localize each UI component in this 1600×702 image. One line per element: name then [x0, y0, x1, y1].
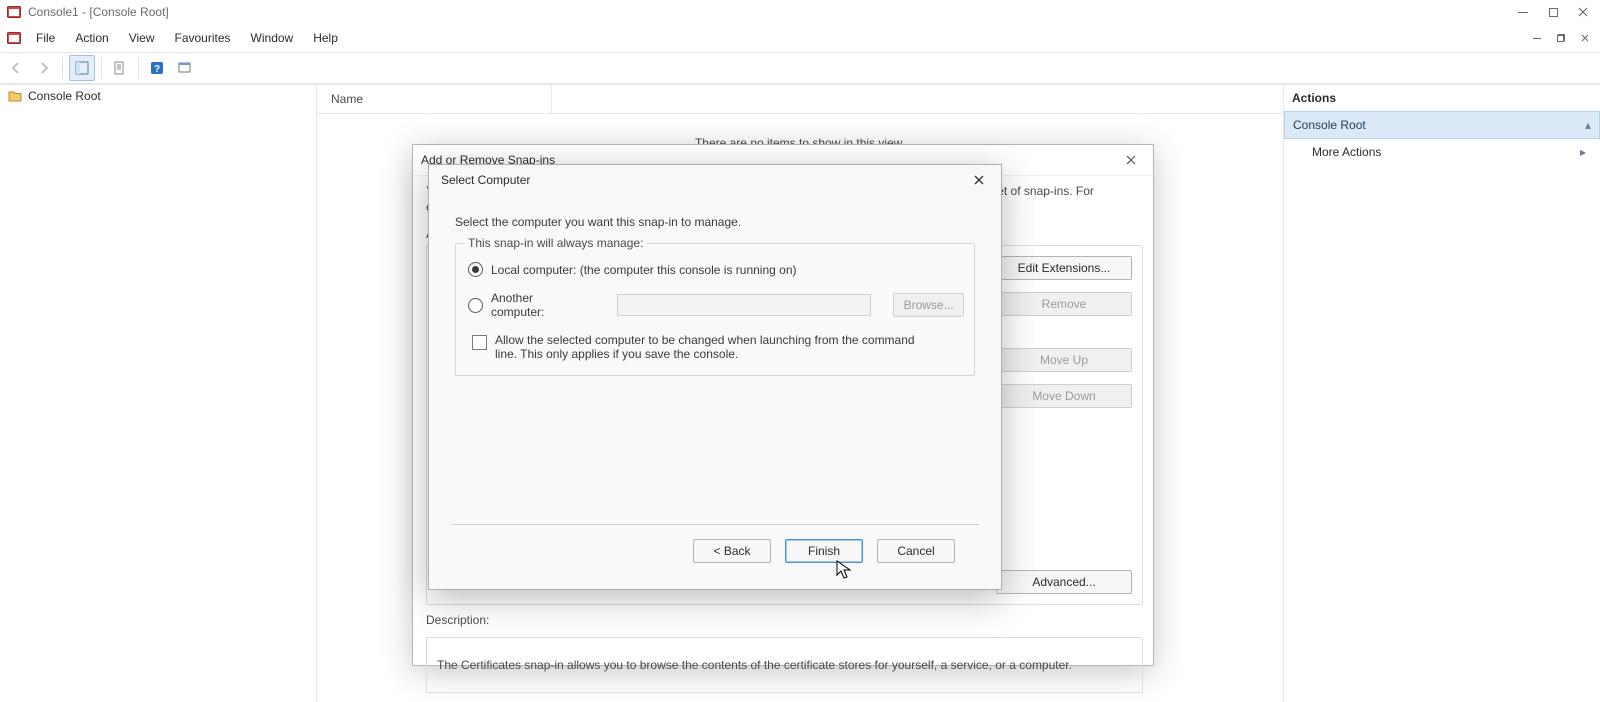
window-title: Console1 - [Console Root] [28, 5, 169, 19]
column-name[interactable]: Name [327, 85, 552, 113]
menu-file[interactable]: File [26, 27, 65, 49]
folder-icon [8, 89, 22, 103]
move-up-button[interactable]: Move Up [996, 348, 1132, 372]
radio-local-computer[interactable] [468, 262, 483, 277]
advanced-button[interactable]: Advanced... [996, 570, 1132, 594]
menubar: File Action View Favourites Window Help [0, 24, 1600, 53]
tree-pane: Console Root [0, 85, 317, 702]
export-icon[interactable] [108, 56, 132, 80]
mdi-restore-button[interactable] [1550, 28, 1572, 48]
mdi-close-button[interactable] [1574, 28, 1596, 48]
actions-pane: Actions Console Root ▴ More Actions ▸ [1284, 85, 1600, 702]
mdi-minimize-button[interactable] [1526, 28, 1548, 48]
cancel-button[interactable]: Cancel [877, 539, 955, 563]
actions-header: Actions [1284, 85, 1600, 112]
chevron-right-icon: ▸ [1580, 145, 1586, 159]
minimize-button[interactable] [1508, 1, 1538, 23]
toolbar-divider [138, 57, 139, 79]
allow-change-label: Allow the selected computer to be change… [495, 333, 935, 361]
toolbar: ? [0, 53, 1600, 84]
fieldset-legend: This snap-in will always manage: [464, 236, 647, 250]
mdi-controls [1526, 28, 1596, 48]
column-header-row: Name [317, 85, 1283, 114]
radio-another-computer[interactable] [468, 298, 483, 313]
close-button[interactable] [1568, 1, 1598, 23]
browse-button[interactable]: Browse... [893, 293, 964, 317]
more-actions-label: More Actions [1312, 145, 1381, 159]
back-icon[interactable] [4, 56, 28, 80]
menu-favourites[interactable]: Favourites [165, 27, 241, 49]
mmc-icon [6, 4, 22, 20]
mmc-icon [6, 30, 22, 46]
menu-action[interactable]: Action [65, 27, 118, 49]
finish-button[interactable]: Finish [785, 539, 863, 563]
toolbar-divider [62, 57, 63, 79]
description-label: Description: [426, 613, 1143, 627]
show-tree-icon[interactable] [69, 55, 95, 81]
tree-root[interactable]: Console Root [0, 85, 316, 107]
menu-view[interactable]: View [119, 27, 165, 49]
more-actions[interactable]: More Actions ▸ [1284, 139, 1600, 165]
maximize-button[interactable] [1538, 1, 1568, 23]
menu-help[interactable]: Help [303, 27, 348, 49]
toolbar-divider [101, 57, 102, 79]
lead-text: Select the computer you want this snap-i… [455, 215, 975, 229]
radio-another-label: Another computer: [491, 291, 588, 319]
collapse-up-icon: ▴ [1585, 118, 1591, 132]
close-icon[interactable] [965, 168, 993, 192]
back-button[interactable]: < Back [693, 539, 771, 563]
actions-section[interactable]: Console Root ▴ [1284, 111, 1600, 139]
close-icon[interactable] [1117, 148, 1145, 172]
remove-button[interactable]: Remove [996, 292, 1132, 316]
move-down-button[interactable]: Move Down [996, 384, 1132, 408]
manage-fieldset: This snap-in will always manage: Local c… [455, 243, 975, 376]
description-box: The Certificates snap-in allows you to b… [426, 637, 1143, 693]
tree-root-label: Console Root [28, 89, 101, 103]
allow-change-checkbox[interactable] [472, 335, 487, 350]
help-icon[interactable]: ? [145, 56, 169, 80]
description-text: The Certificates snap-in allows you to b… [437, 658, 1072, 672]
titlebar: Console1 - [Console Root] [0, 0, 1600, 24]
computer-name-input[interactable] [617, 294, 871, 316]
new-window-icon[interactable] [173, 56, 197, 80]
radio-local-label: Local computer: (the computer this conso… [491, 263, 797, 277]
svg-text:?: ? [154, 64, 160, 75]
menu-window[interactable]: Window [241, 27, 304, 49]
select-computer-dialog: Select Computer Select the computer you … [428, 164, 1002, 590]
forward-icon[interactable] [32, 56, 56, 80]
edit-extensions-button[interactable]: Edit Extensions... [996, 256, 1132, 280]
dialog-title: Select Computer [437, 173, 965, 187]
actions-section-label: Console Root [1293, 118, 1366, 132]
